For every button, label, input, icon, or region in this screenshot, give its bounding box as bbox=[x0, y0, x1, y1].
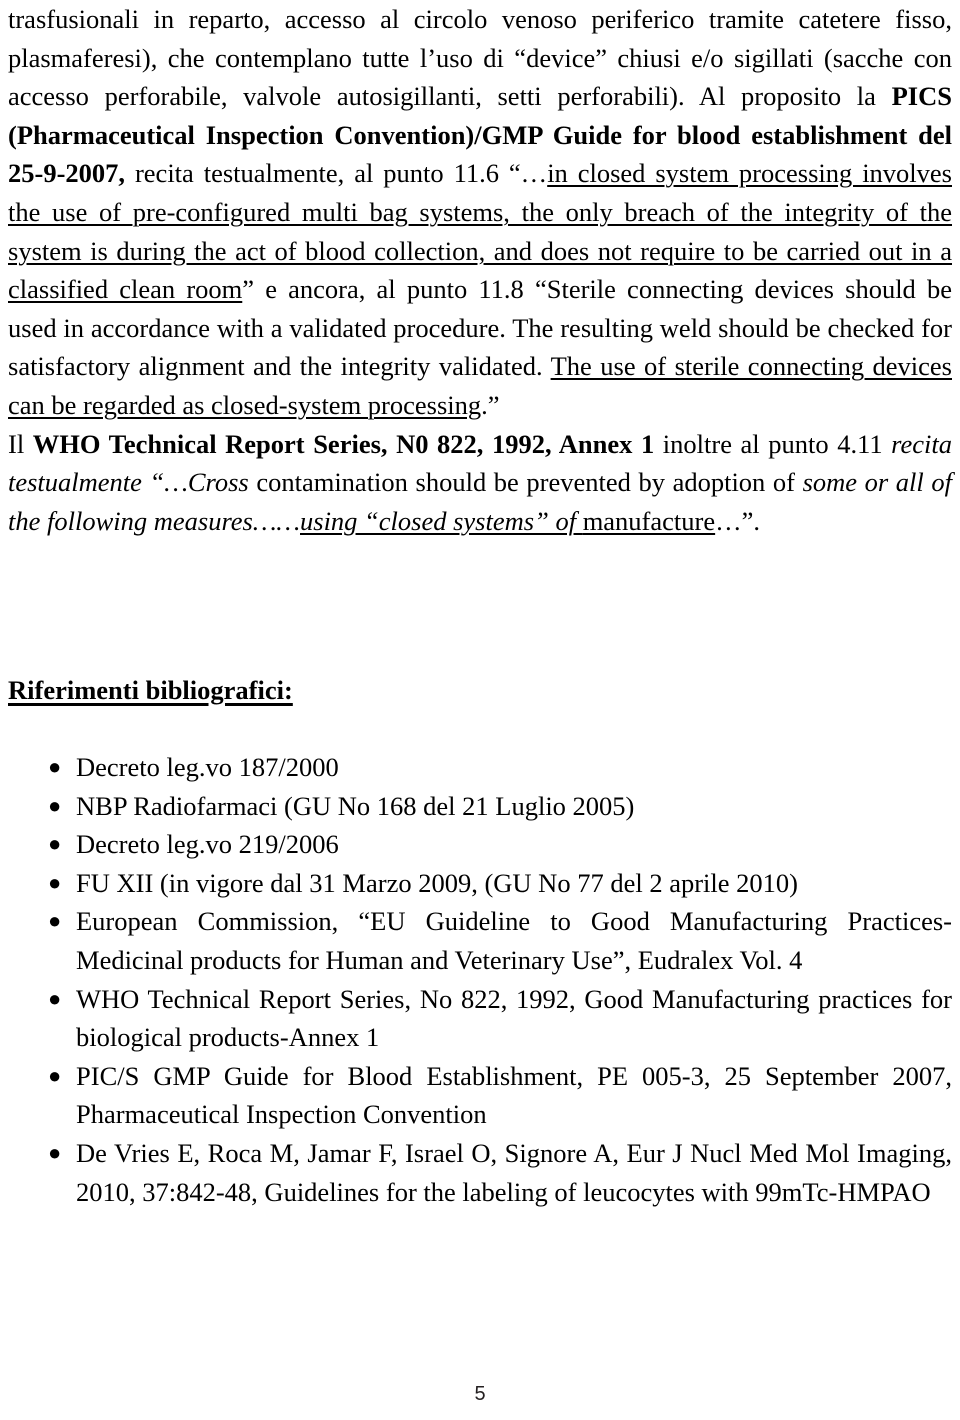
reference-text: European Commission, “EU Guideline to Go… bbox=[76, 906, 952, 975]
reference-text: NBP Radiofarmaci (GU No 168 del 21 Lugli… bbox=[76, 790, 635, 821]
bullet-icon: ● bbox=[48, 1062, 62, 1088]
paragraph-run-recita: recita testualmente, al punto 11.6 “… bbox=[125, 158, 548, 189]
body-text-block: trasfusionali in reparto, accesso al cir… bbox=[8, 0, 952, 540]
bullet-icon: ● bbox=[48, 792, 62, 818]
list-item: ● NBP Radiofarmaci (GU No 168 del 21 Lugl… bbox=[0, 787, 952, 826]
list-item: ● PIC/S GMP Guide for Blood Establishment… bbox=[0, 1057, 952, 1134]
list-item: ● FU XII (in vigore dal 31 Marzo 2009, (G… bbox=[0, 864, 952, 903]
paragraph-run-who-bold: WHO Technical Report Series, N0 822, 199… bbox=[32, 428, 655, 459]
reference-text: WHO Technical Report Series, No 822, 199… bbox=[76, 983, 952, 1053]
paragraph-run-closed-systems-italic-underlined: using “closed systems” of bbox=[300, 505, 583, 536]
paragraph-run-ellipsis-close: …”. bbox=[715, 505, 761, 536]
bullet-icon: ● bbox=[48, 908, 62, 934]
paragraph-run-il: Il bbox=[8, 428, 33, 459]
paragraph-run-cross-italic: “…Cross bbox=[141, 467, 249, 498]
bullet-icon: ● bbox=[48, 985, 62, 1011]
list-item: ● De Vries E, Roca M, Jamar F, Israel O, … bbox=[0, 1134, 952, 1211]
document-page: trasfusionali in reparto, accesso al cir… bbox=[0, 0, 960, 1420]
reference-text: Decreto leg.vo 219/2006 bbox=[76, 829, 339, 860]
reference-text: Decreto leg.vo 187/2000 bbox=[76, 752, 339, 782]
bullet-icon: ● bbox=[48, 754, 62, 779]
references-list: ● Decreto leg.vo 187/2000 ● NBP Radiofarma… bbox=[0, 748, 952, 1211]
bullet-icon: ● bbox=[48, 1139, 62, 1165]
list-item: ● Decreto leg.vo 187/2000 bbox=[0, 748, 952, 787]
bullet-icon: ● bbox=[48, 831, 62, 857]
list-item: ● WHO Technical Report Series, No 822, 19… bbox=[0, 980, 952, 1057]
paragraph-run-manufacture-underlined: manufacture bbox=[582, 505, 716, 536]
paragraph-run-contamination: contamination should be prevented by ado… bbox=[248, 467, 803, 498]
references-heading: Riferimenti bibliografici: bbox=[8, 675, 293, 705]
reference-text: De Vries E, Roca M, Jamar F, Israel O, S… bbox=[76, 1137, 952, 1207]
paragraph-run-punto-411: inoltre al punto 4.11 bbox=[654, 428, 892, 459]
list-item: ● Decreto leg.vo 219/2006 bbox=[0, 825, 952, 864]
bullet-icon: ● bbox=[48, 869, 62, 895]
paragraph-pics-gmp: trasfusionali in reparto, accesso al cir… bbox=[8, 0, 952, 425]
reference-text: FU XII (in vigore dal 31 Marzo 2009, (GU… bbox=[76, 867, 798, 898]
page-number: 5 bbox=[474, 1383, 486, 1405]
paragraph-run-intro: trasfusionali in reparto, accesso al cir… bbox=[8, 4, 952, 112]
paragraph-who-trs: Il WHO Technical Report Series, N0 822, … bbox=[8, 425, 952, 541]
paragraph-run-quote-close: .” bbox=[481, 389, 500, 420]
list-item: ● European Commission, “EU Guideline to G… bbox=[0, 902, 952, 979]
reference-text: PIC/S GMP Guide for Blood Establishment,… bbox=[76, 1060, 952, 1130]
